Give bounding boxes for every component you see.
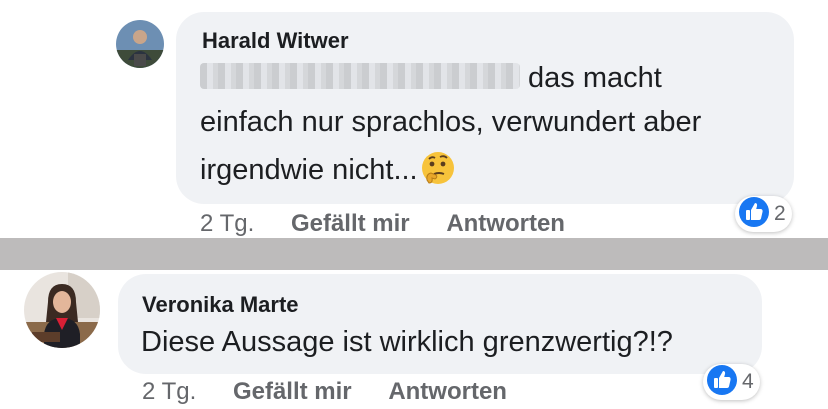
like-button[interactable]: Gefällt mir [291, 210, 410, 238]
comment-text: Diese Aussage ist wirklich grenzwertig?!… [141, 326, 673, 358]
comment-actions: 2 Tg. Gefällt mir Antworten [200, 210, 565, 238]
comment-text-segment: irgendwie nicht... [200, 154, 418, 186]
avatar-veronika-marte[interactable] [24, 272, 100, 348]
comment-actions: 2 Tg. Gefällt mir Antworten [142, 378, 507, 406]
thinking-face-emoji-icon [420, 150, 456, 199]
avatar-photo-icon [24, 272, 100, 348]
thumbs-up-icon [706, 364, 738, 401]
reply-button[interactable]: Antworten [388, 378, 507, 406]
comment-text-line-2: einfach nur sprachlos, verwundert aber [200, 106, 702, 138]
redacted-name-blur [200, 63, 520, 89]
reaction-count: 2 [774, 202, 786, 225]
comment-text: das macht einfach nur sprachlos, verwund… [200, 56, 790, 199]
comments-screenshot: Harald Witwer das macht einfach nur spra… [0, 0, 828, 409]
comment-author-name[interactable]: Harald Witwer [202, 28, 349, 54]
reaction-summary[interactable]: 2 [735, 196, 792, 232]
screenshot-separator [0, 238, 828, 270]
thumbs-up-icon [738, 196, 770, 233]
comment-text-line-3: irgendwie nicht... [200, 148, 790, 199]
reaction-count: 4 [742, 370, 754, 393]
like-button[interactable]: Gefällt mir [233, 378, 352, 406]
comment-text-line-1: das macht [200, 56, 790, 100]
comment-text-segment: das macht [528, 62, 662, 94]
comment-author-name[interactable]: Veronika Marte [142, 292, 299, 318]
comment-timestamp[interactable]: 2 Tg. [142, 378, 196, 406]
reaction-summary[interactable]: 4 [703, 364, 760, 400]
avatar-harald-witwer[interactable] [116, 20, 164, 68]
avatar-photo-icon [116, 20, 164, 68]
comment-timestamp[interactable]: 2 Tg. [200, 210, 254, 238]
reply-button[interactable]: Antworten [446, 210, 565, 238]
